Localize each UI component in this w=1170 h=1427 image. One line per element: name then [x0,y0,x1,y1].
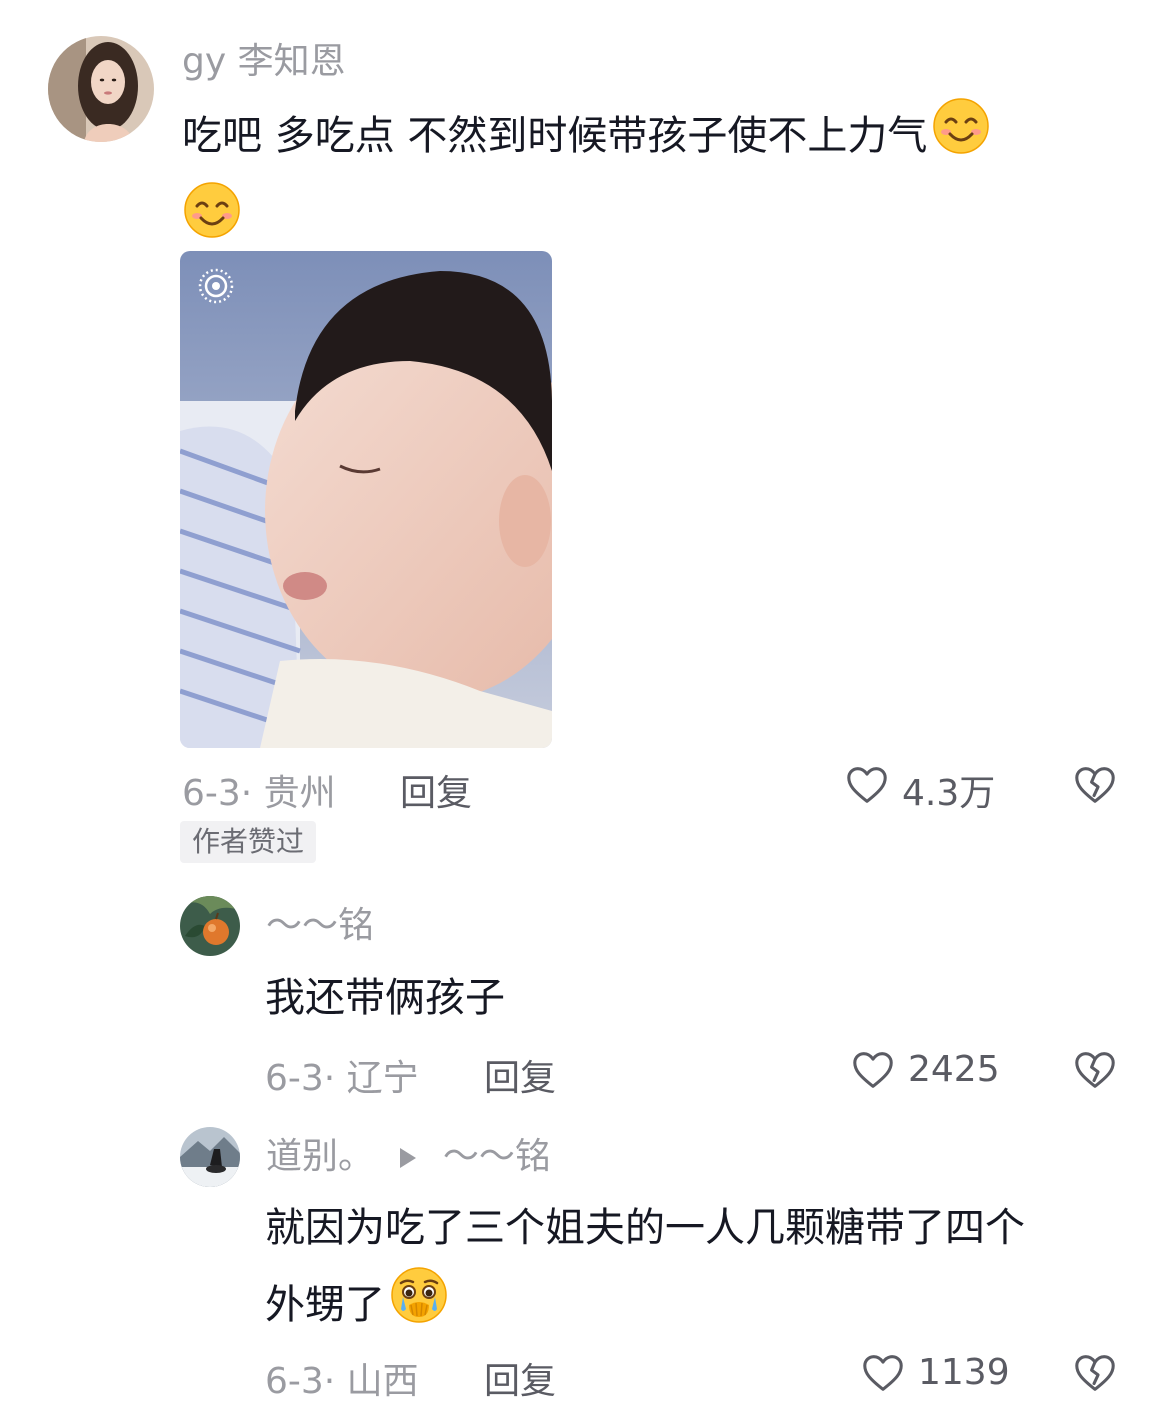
comment-meta: 6-3· 贵州 [182,773,336,814]
reply-to-username[interactable]: ～～铭 [443,1136,551,1177]
comment-text-line: 外甥了 [265,1282,385,1328]
avatar[interactable] [180,896,240,956]
comment-text: 吃吧 多吃点 不然到时候带孩子使不上力气 [182,96,1102,264]
username[interactable]: gy 李知恩 [182,40,346,84]
broken-heart-icon[interactable] [1072,1350,1118,1396]
avatar[interactable] [180,1127,240,1187]
comment-text-body: 吃吧 多吃点 不然到时候带孩子使不上力气 [182,113,928,159]
heart-outline-icon[interactable] [844,762,890,808]
comment-meta: 6-3· 山西 [265,1361,419,1402]
smiling-face-emoji-icon [931,96,991,180]
username[interactable]: 道别。 [266,1136,374,1177]
comment-meta: 6-3· 辽宁 [265,1058,419,1099]
broken-heart-icon[interactable] [1072,1047,1118,1093]
comment-text-line: 就因为吃了三个姐夫的一人几颗糖带了四个 [265,1205,1025,1251]
reply-button[interactable]: 回复 [400,764,472,816]
play-triangle-icon [399,1136,417,1180]
crying-face-emoji-icon [389,1265,449,1349]
comment-text: 就因为吃了三个姐夫的一人几颗糖带了四个 外甥了 [265,1192,1125,1349]
like-count: 2425 [908,1049,1000,1090]
heart-outline-icon[interactable] [860,1350,906,1396]
comment-text: 我还带俩孩子 [265,975,505,1021]
reply-button[interactable]: 回复 [484,1352,556,1404]
reply-button[interactable]: 回复 [484,1049,556,1101]
like-count: 1139 [918,1352,1010,1393]
comment-photo[interactable] [180,251,552,748]
username[interactable]: ～～铭 [266,904,374,948]
broken-heart-icon[interactable] [1072,762,1118,808]
heart-outline-icon[interactable] [850,1047,896,1093]
avatar[interactable] [48,36,154,142]
author-liked-badge: 作者赞过 [180,821,317,863]
like-count: 4.3万 [902,773,996,814]
username-row: 道别。 ～～铭 [266,1135,551,1180]
